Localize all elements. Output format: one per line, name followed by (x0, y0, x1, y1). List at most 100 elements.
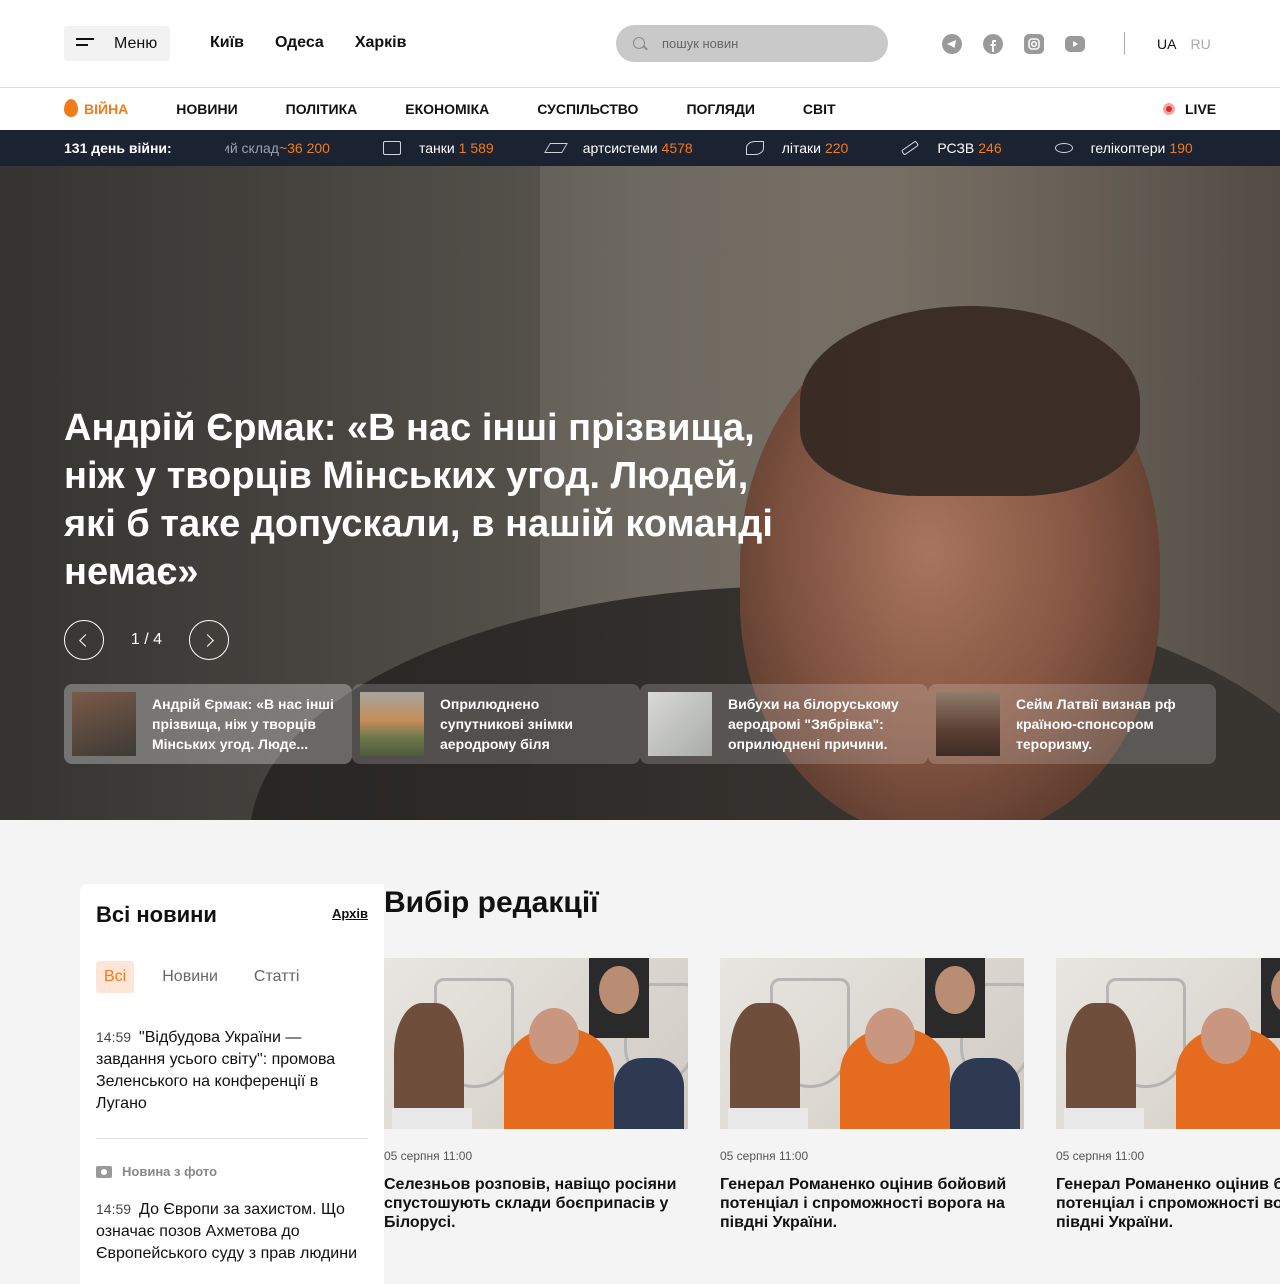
hero-slider: Андрій Єрмак: «В нас інші прізвища, ніж … (0, 166, 1280, 820)
youtube-icon[interactable] (1065, 36, 1085, 52)
nav-item-news[interactable]: НОВИНИ (176, 101, 237, 117)
facebook-icon[interactable] (983, 34, 1003, 54)
news-divider (96, 1138, 368, 1139)
search-icon[interactable] (633, 37, 645, 49)
hero-card[interactable]: Сейм Латвії визнав рф країною-спонсором … (928, 684, 1216, 764)
news-item[interactable]: 14:59 "Відбудова України — завдання усьог… (96, 1026, 368, 1115)
hero-card-thumbnail (648, 692, 712, 756)
language-switcher: UA RU (1157, 36, 1211, 52)
site-header: Меню Київ Одеса Харків UA RU (0, 0, 1280, 88)
editors-card[interactable]: 05 серпня 11:00 Генерал Романенко оцінив… (720, 958, 1024, 1232)
city-links: Київ Одеса Харків (210, 34, 406, 52)
ticker-value: 246 (978, 140, 1002, 156)
ticker-value: 220 (824, 140, 849, 156)
hero-headline[interactable]: Андрій Єрмак: «В нас інші прізвища, ніж … (64, 404, 784, 596)
tab-news[interactable]: Новини (154, 961, 226, 993)
hero-card[interactable]: Вибухи на білоруському аеродромі "Зябрів… (640, 684, 928, 764)
city-link-kyiv[interactable]: Київ (210, 34, 244, 52)
live-label: LIVE (1185, 101, 1217, 117)
flame-icon (64, 99, 78, 117)
archive-link[interactable]: Архів (332, 906, 368, 921)
ticker-item-aircraft: літаки 220 (745, 140, 849, 156)
news-time: 14:59 (96, 1201, 132, 1217)
editors-card-date: 05 серпня 11:00 (384, 1149, 473, 1163)
search-input[interactable] (662, 25, 872, 62)
ticker-label: ий склад (225, 140, 279, 156)
menu-label: Меню (114, 35, 158, 52)
live-button[interactable]: LIVE (1163, 101, 1216, 117)
news-tabs: Всі Новини Статті (96, 961, 327, 993)
hero-cards: Андрій Єрмак: «В нас інші прізвища, ніж … (64, 684, 1216, 764)
nav-item-opinions[interactable]: ПОГЛЯДИ (686, 101, 754, 117)
city-link-kharkiv[interactable]: Харків (355, 34, 407, 52)
search-box (616, 25, 888, 62)
editors-card[interactable]: 05 серпня 11:00 Генерал Романенко оцінив… (1056, 958, 1280, 1232)
menu-button[interactable]: Меню (64, 26, 170, 61)
photo-news-tag: Новина з фото (96, 1164, 217, 1179)
editors-card-title: Генерал Романенко оцінив бойовий потенці… (720, 1176, 1007, 1231)
hero-card-thumbnail (936, 692, 1000, 756)
hero-card-text: Сейм Латвії визнав рф країною-спонсором … (1016, 696, 1176, 752)
rocket-icon (901, 140, 920, 156)
news-time: 14:59 (96, 1029, 132, 1045)
editors-card-image (720, 958, 1024, 1129)
header-divider (1124, 32, 1125, 55)
telegram-icon[interactable] (942, 34, 962, 54)
ticker-value: 4578 (661, 140, 693, 156)
ticker-value: 190 (1169, 140, 1193, 156)
ticker-value: 1 589 (458, 140, 494, 156)
slide-counter: 1 / 4 (130, 631, 163, 648)
hero-card-text: Вибухи на білоруському аеродромі "Зябрів… (728, 696, 899, 752)
city-link-odesa[interactable]: Одеса (275, 34, 324, 52)
ticker-label: гелікоптери (1090, 140, 1166, 156)
nav-item-economy[interactable]: ЕКОНОМІКА (405, 101, 489, 117)
instagram-icon[interactable] (1024, 34, 1044, 54)
ticker-item-mlrs: РСЗВ 246 (901, 140, 1002, 156)
ticker-label: РСЗВ (937, 140, 975, 156)
chevron-left-icon[interactable] (64, 620, 104, 660)
ticker-item-helicopters: гелікоптери 190 (1054, 140, 1193, 156)
photo-news-label: Новина з фото (122, 1164, 218, 1179)
aircraft-icon (745, 141, 764, 155)
editors-card-title: Селезньов розповів, навіщо росіяни спуст… (384, 1176, 677, 1231)
editors-card-title: Генерал Романенко оцінив бойовий потенці… (1056, 1176, 1280, 1231)
ticker-value: ~36 200 (278, 140, 330, 156)
ticker-track: ий склад ~36 200 танки 1 589 артсистеми … (225, 130, 1216, 166)
lang-ru[interactable]: RU (1190, 36, 1210, 52)
all-news-title: Всі новини (96, 902, 217, 927)
hero-card-text: Оприлюднено супутникові знімки аеродрому… (440, 696, 573, 752)
hero-card-thumbnail (360, 692, 424, 756)
nav-war-label: ВІЙНА (84, 101, 129, 117)
nav-item-politics[interactable]: ПОЛІТИКА (286, 101, 358, 117)
ticker-label: літаки (781, 140, 821, 156)
nav-item-world[interactable]: СВІТ (803, 101, 836, 117)
editors-card[interactable]: 05 серпня 11:00 Селезньов розповів, наві… (384, 958, 688, 1232)
tab-all[interactable]: Всі (96, 961, 135, 993)
news-item[interactable]: 14:59 До Європи за захистом. Що означає п… (96, 1198, 368, 1265)
chevron-right-icon[interactable] (189, 620, 229, 660)
tab-articles[interactable]: Статті (246, 961, 307, 993)
live-dot-icon (1163, 103, 1175, 115)
news-text: До Європи за захистом. Що означає позов … (96, 1201, 358, 1262)
lang-ua[interactable]: UA (1157, 36, 1176, 52)
helicopter-icon (1054, 143, 1073, 153)
hamburger-icon (76, 38, 94, 48)
editors-card-image (1056, 958, 1280, 1129)
main-nav: ВІЙНА НОВИНИ ПОЛІТИКА ЕКОНОМІКА СУСПІЛЬС… (0, 88, 1280, 130)
hero-card[interactable]: Оприлюднено супутникові знімки аеродрому… (352, 684, 640, 764)
news-text: "Відбудова України — завдання усього сві… (96, 1029, 336, 1112)
camera-icon (96, 1165, 112, 1178)
nav-item-war[interactable]: ВІЙНА (64, 99, 129, 117)
ticker-item-personnel: ий склад ~36 200 (225, 140, 330, 156)
hero-card[interactable]: Андрій Єрмак: «В нас інші прізвища, ніж … (64, 684, 352, 764)
editors-card-date: 05 серпня 11:00 (1056, 1149, 1145, 1163)
editors-card-image (384, 958, 688, 1129)
hero-card-thumbnail (72, 692, 136, 756)
nav-item-society[interactable]: СУСПІЛЬСТВО (537, 101, 638, 117)
ticker-item-artillery: артсистеми 4578 (543, 140, 693, 156)
hero-card-text: Андрій Єрмак: «В нас інші прізвища, ніж … (152, 696, 334, 752)
social-links (942, 34, 1085, 54)
hero-pager: 1 / 4 (64, 620, 229, 660)
editors-choice-title: Вибір редакції (384, 886, 599, 919)
ticker-label: танки (418, 140, 455, 156)
